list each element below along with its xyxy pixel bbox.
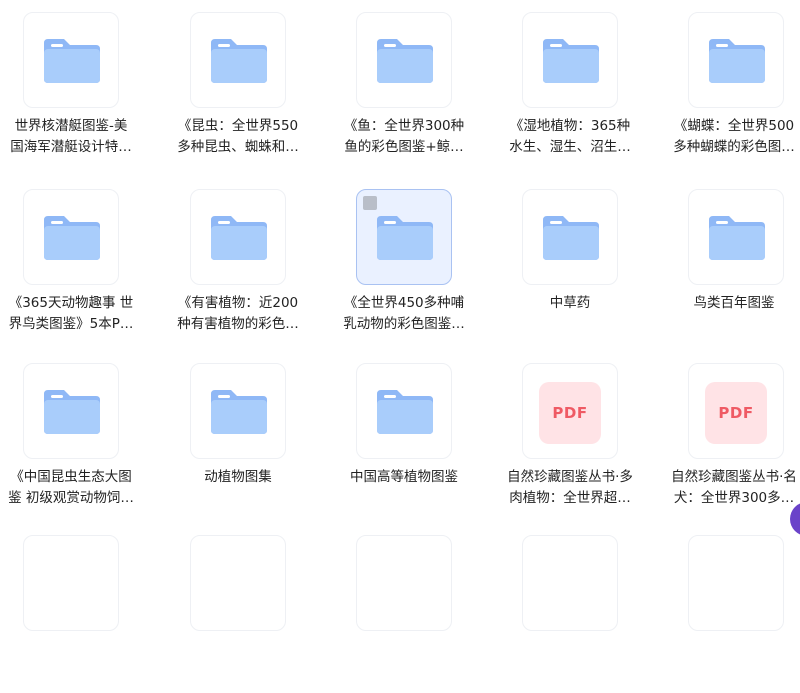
folder-tile[interactable]	[190, 189, 286, 285]
folder-tile[interactable]	[688, 12, 784, 108]
file-name: 鸟类百年图鉴	[693, 295, 775, 311]
folder-item[interactable]	[663, 523, 800, 693]
folder-icon	[377, 390, 433, 434]
file-name: 自然珍藏图鉴丛书·多 肉植物：全世界超…	[507, 469, 633, 506]
file-name: 《全世界450多种哺 乳动物的彩色图鉴…	[343, 295, 465, 332]
folder-tile[interactable]	[23, 535, 119, 631]
pdf-icon: PDF	[705, 382, 767, 444]
folder-tile[interactable]	[688, 535, 784, 631]
folder-item[interactable]	[0, 523, 164, 693]
folder-tile[interactable]	[190, 12, 286, 108]
folder-item[interactable]: 《蝴蝶：全世界500 多种蝴蝶的彩色图…	[663, 0, 800, 170]
file-name: 《蝴蝶：全世界500 多种蝴蝶的彩色图…	[673, 118, 795, 155]
folder-item[interactable]	[497, 523, 663, 693]
file-name: 《中国昆虫生态大图 鉴 初级观赏动物饲…	[8, 469, 134, 506]
folder-icon	[543, 216, 599, 260]
file-name: 动植物图集	[204, 469, 272, 485]
file-name: 自然珍藏图鉴丛书·名 犬：全世界300多…	[671, 469, 797, 506]
file-name: 《365天动物趣事 世 界鸟类图鉴》5本P…	[8, 295, 134, 332]
folder-icon	[211, 39, 267, 83]
file-name: 《有害植物：近200 种有害植物的彩色…	[177, 295, 299, 332]
folder-item[interactable]: 世界核潜艇图鉴-美 国海军潜艇设计特…	[0, 0, 164, 170]
pdf-icon: PDF	[539, 382, 601, 444]
folder-icon	[44, 216, 100, 260]
pdf-badge: PDF	[552, 404, 588, 422]
file-name: 《鱼：全世界300种 鱼的彩色图鉴+鲸…	[343, 118, 465, 155]
folder-item[interactable]: 中国高等植物图鉴	[331, 351, 497, 521]
folder-tile[interactable]	[688, 189, 784, 285]
folder-icon	[709, 39, 765, 83]
folder-item[interactable]: 《有害植物：近200 种有害植物的彩色…	[165, 177, 331, 347]
folder-icon	[377, 216, 433, 260]
file-name: 《昆虫：全世界550 多种昆虫、蜘蛛和…	[177, 118, 299, 155]
folder-icon	[543, 39, 599, 83]
file-grid: 世界核潜艇图鉴-美 国海军潜艇设计特… 《昆虫：全世界550 多种昆虫、蜘蛛和…	[0, 0, 800, 631]
folder-icon	[44, 39, 100, 83]
pdf-item[interactable]: PDF 自然珍藏图鉴丛书·名 犬：全世界300多…	[663, 351, 800, 521]
folder-tile[interactable]	[190, 363, 286, 459]
folder-item[interactable]: 《中国昆虫生态大图 鉴 初级观赏动物饲…	[0, 351, 164, 521]
folder-tile[interactable]	[356, 363, 452, 459]
folder-item[interactable]: 《湿地植物：365种 水生、湿生、沼生…	[497, 0, 663, 170]
folder-item[interactable]: 《昆虫：全世界550 多种昆虫、蜘蛛和…	[165, 0, 331, 170]
folder-item[interactable]	[165, 523, 331, 693]
folder-item[interactable]	[331, 523, 497, 693]
file-name: 中草药	[549, 295, 591, 311]
file-name: 世界核潜艇图鉴-美 国海军潜艇设计特…	[10, 118, 132, 155]
file-name: 《湿地植物：365种 水生、湿生、沼生…	[509, 118, 631, 155]
folder-tile[interactable]	[522, 12, 618, 108]
folder-item[interactable]: 《鱼：全世界300种 鱼的彩色图鉴+鲸…	[331, 0, 497, 170]
pdf-tile[interactable]: PDF	[522, 363, 618, 459]
pdf-tile[interactable]: PDF	[688, 363, 784, 459]
folder-icon	[211, 216, 267, 260]
folder-icon	[709, 216, 765, 260]
folder-icon	[211, 390, 267, 434]
select-checkbox[interactable]	[363, 196, 377, 210]
folder-icon	[377, 39, 433, 83]
folder-tile[interactable]	[23, 363, 119, 459]
folder-tile[interactable]	[23, 189, 119, 285]
folder-tile[interactable]	[356, 189, 452, 285]
file-name: 中国高等植物图鉴	[350, 469, 458, 485]
folder-tile[interactable]	[356, 12, 452, 108]
pdf-item[interactable]: PDF 自然珍藏图鉴丛书·多 肉植物：全世界超…	[497, 351, 663, 521]
folder-icon	[44, 390, 100, 434]
folder-item[interactable]: 中草药	[497, 177, 663, 347]
folder-tile[interactable]	[522, 189, 618, 285]
folder-tile[interactable]	[190, 535, 286, 631]
folder-tile[interactable]	[522, 535, 618, 631]
folder-tile[interactable]	[23, 12, 119, 108]
folder-item-selected[interactable]: 《全世界450多种哺 乳动物的彩色图鉴…	[331, 177, 497, 347]
folder-item[interactable]: 《365天动物趣事 世 界鸟类图鉴》5本P…	[0, 177, 164, 347]
folder-tile[interactable]	[356, 535, 452, 631]
folder-item[interactable]: 鸟类百年图鉴	[663, 177, 800, 347]
folder-item[interactable]: 动植物图集	[165, 351, 331, 521]
pdf-badge: PDF	[718, 404, 754, 422]
